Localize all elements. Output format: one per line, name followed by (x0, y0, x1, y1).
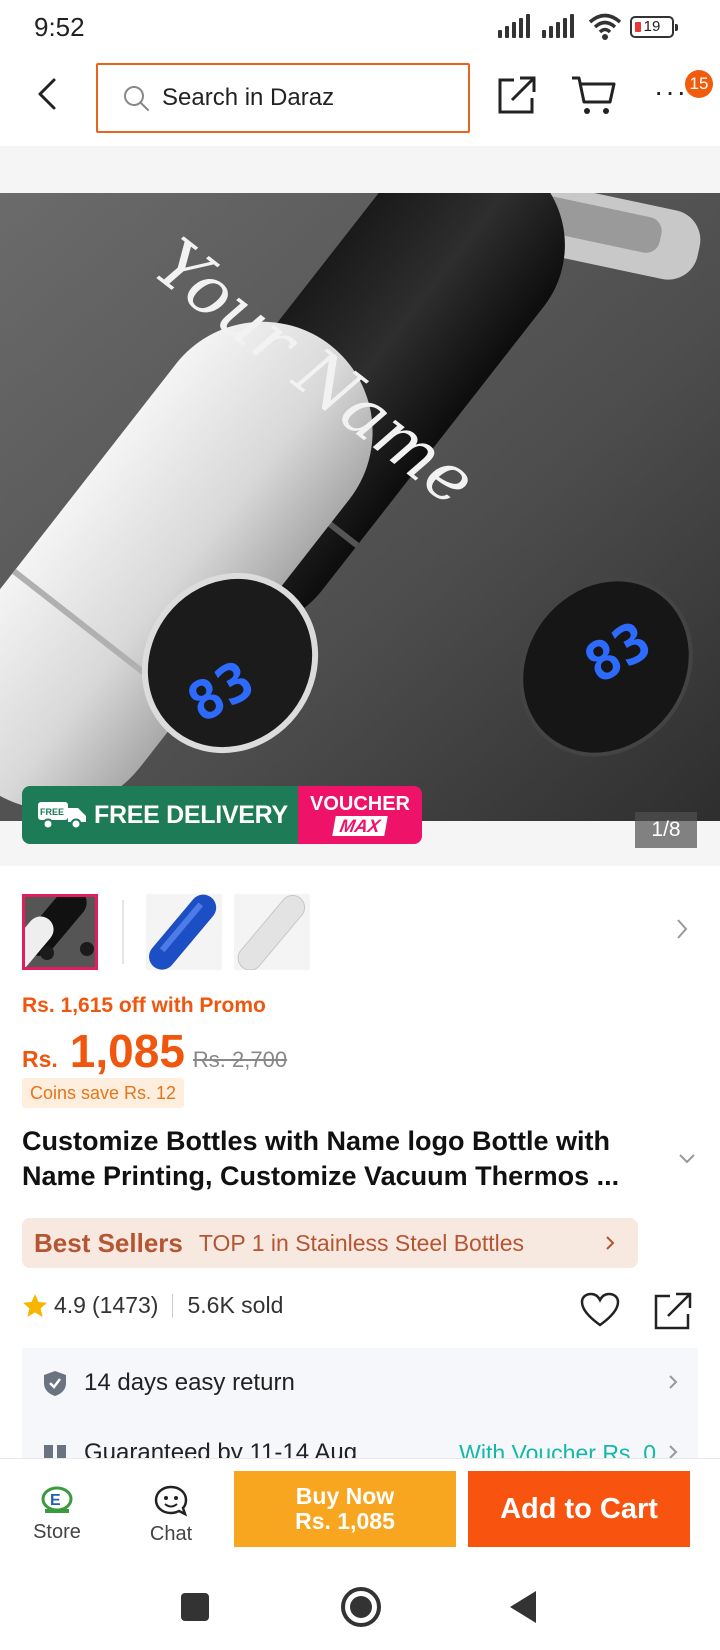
battery-icon: 19 (630, 16, 678, 38)
home-icon[interactable] (340, 1586, 382, 1628)
chat-button[interactable]: Chat (126, 1485, 216, 1546)
chevron-right-icon (669, 1375, 678, 1389)
chat-icon (154, 1485, 188, 1517)
status-bar: 9:52 19 (0, 0, 720, 56)
image-counter: 1/8 (635, 812, 697, 848)
best-sellers-banner[interactable]: Best Sellers TOP 1 in Stainless Steel Bo… (22, 1218, 638, 1268)
product-title[interactable]: Customize Bottles with Name logo Bottle … (22, 1124, 662, 1194)
shield-check-icon (44, 1371, 66, 1396)
svg-text:FREE: FREE (40, 807, 64, 817)
thumbnail-3[interactable] (234, 894, 310, 970)
promo-text: Rs. 1,615 off with Promo (22, 994, 266, 1017)
search-icon (124, 86, 149, 111)
share-icon[interactable] (496, 74, 538, 116)
thumbnail-2[interactable] (146, 894, 222, 970)
best-sellers-text: TOP 1 in Stainless Steel Bottles (198, 1229, 525, 1256)
search-input[interactable]: Search in Daraz (96, 63, 470, 133)
delivery-text: Guaranteed by 11-14 Aug (84, 1439, 358, 1460)
easy-return-text: 14 days easy return (84, 1369, 295, 1396)
signal-icon (498, 14, 530, 38)
svg-text:E: E (50, 1492, 61, 1509)
product-gallery[interactable]: Your Name 83 83 FREE FREE DELIVERY VOUCH… (0, 146, 720, 866)
store-button[interactable]: E Store (12, 1485, 102, 1544)
free-delivery-label: FREE DELIVERY (94, 800, 288, 829)
back-nav-icon[interactable] (506, 1588, 540, 1626)
rating-score: 4.9 (54, 1292, 86, 1318)
signal-icon (542, 14, 574, 38)
buy-now-button[interactable]: Buy Now Rs. 1,085 (234, 1471, 456, 1547)
price-currency: Rs. (22, 1046, 58, 1072)
buy-now-price: Rs. 1,085 (295, 1508, 395, 1534)
package-icon (44, 1445, 66, 1460)
chat-label: Chat (149, 1523, 193, 1545)
wifi-icon (588, 13, 622, 40)
add-to-cart-button[interactable]: Add to Cart (468, 1471, 690, 1547)
voucher-max-badge: VOUCHER MAX (298, 786, 422, 844)
sold-count: 5.6K sold (187, 1292, 284, 1318)
divider (172, 1293, 174, 1318)
rating-count: (1473) (91, 1292, 159, 1318)
original-price: Rs. 2,700 (192, 1047, 288, 1072)
thumbnail-1[interactable] (22, 894, 98, 970)
price-amount: 1,085 (69, 1025, 185, 1077)
free-delivery-banner: FREE FREE DELIVERY VOUCHER MAX (22, 786, 422, 844)
system-nav-bar (0, 1570, 720, 1650)
rating-row[interactable]: 4.9 (1473) 5.6K sold (22, 1292, 283, 1319)
service-info-card: 14 days easy return Guaranteed by 11-14 … (22, 1348, 698, 1460)
star-icon (23, 1293, 47, 1317)
easy-return-row[interactable]: 14 days easy return (22, 1348, 698, 1418)
header: Search in Daraz ··· 15 (0, 56, 720, 146)
voucher-text: With Voucher Rs. 0 (459, 1439, 656, 1461)
coins-badge: Coins save Rs. 12 (22, 1078, 185, 1108)
heart-icon[interactable] (580, 1292, 620, 1328)
buy-now-label: Buy Now (295, 1483, 395, 1509)
chevron-down-icon[interactable] (677, 1152, 697, 1166)
chevron-right-icon (606, 1236, 615, 1250)
truck-icon: FREE (38, 802, 86, 830)
cart-icon[interactable] (570, 74, 616, 116)
price: Rs. 1,085 Rs. 2,700 (22, 1024, 287, 1078)
store-label: Store (33, 1521, 81, 1543)
back-icon[interactable] (30, 76, 66, 112)
thumbnail-strip (22, 890, 702, 970)
store-icon: E (41, 1486, 73, 1513)
chevron-right-icon[interactable] (674, 916, 690, 942)
best-sellers-tag: Best Sellers (34, 1227, 183, 1258)
share-icon[interactable] (652, 1290, 694, 1332)
more-icon[interactable]: ··· (654, 76, 688, 108)
thumbnail-divider (122, 900, 124, 964)
bottom-action-bar: E Store Chat Buy Now Rs. 1,085 Add to Ca… (0, 1458, 720, 1570)
search-placeholder: Search in Daraz (162, 84, 335, 111)
product-image[interactable]: Your Name 83 83 (0, 193, 720, 821)
delivery-row[interactable]: Guaranteed by 11-14 Aug With Voucher Rs.… (22, 1418, 698, 1460)
notification-badge: 15 (685, 70, 713, 98)
status-time: 9:52 (34, 12, 85, 42)
recents-icon[interactable] (178, 1590, 212, 1624)
